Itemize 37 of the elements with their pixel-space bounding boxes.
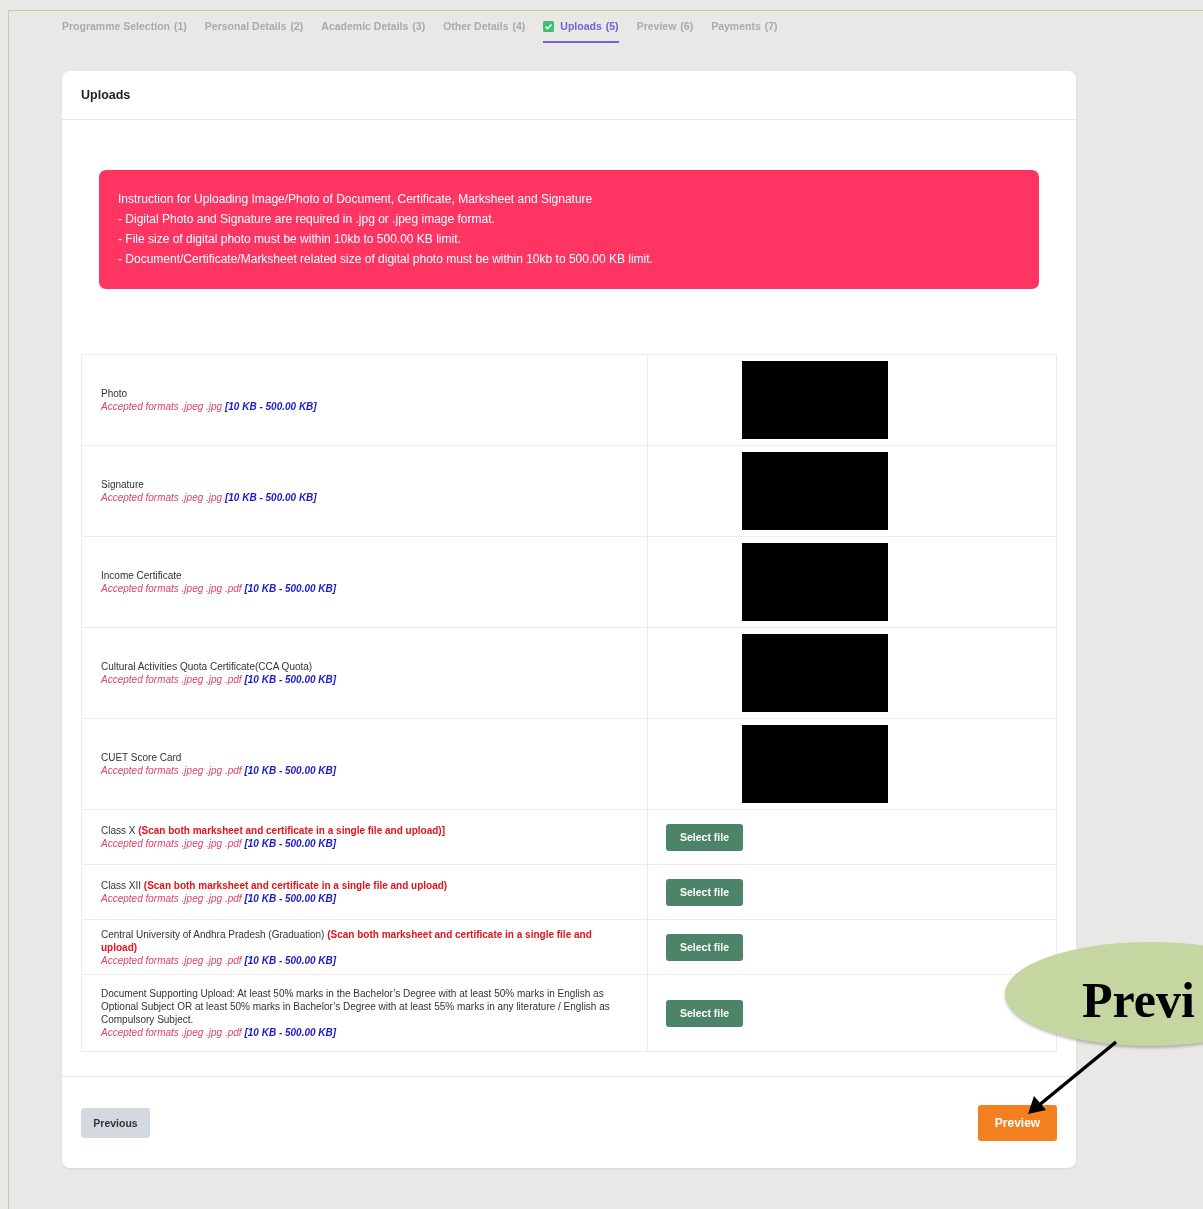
select-file-button[interactable]: Select file [666,823,743,851]
format-hint: Accepted formats .jpeg .jpg [10 KB - 500.00 KB] [101,400,318,413]
format-hint: Accepted formats .jpeg .jpg .pdf [10 KB - 500.00 KB] [101,837,338,850]
upload-label: Document Supporting Upload: At least 50% marks in the Bachelor’s Degree with at least 50% marks in English as Optional Subject OR at least 50% marks in Bachelor’s Degree with at least 55% marks in any literature / English as Compulsory Subject. [101,987,611,1026]
step-tab[interactable]: Payments (7) [711,11,778,43]
format-hint: Accepted formats .jpeg .jpg .pdf [10 KB - 500.00 KB] [101,582,338,595]
instruction-line: Instruction for Uploading Image/Photo of Document, Certificate, Marksheet and Signature [118,191,594,208]
step-tab[interactable]: Preview (6) [636,11,694,43]
callout-text: Previ [1082,972,1195,1028]
upload-label: Income Certificate [101,569,183,582]
step-tab[interactable]: Personal Details (2) [204,11,304,43]
step-tab[interactable]: Academic Details (3) [321,11,426,43]
card-title: Uploads [62,71,1076,120]
upload-label: Photo [101,387,129,400]
upload-label: Central University of Andhra Pradesh (Graduation) (Scan both marksheet and certificate in a single file and upload) [101,927,593,954]
upload-label: Signature [101,478,145,491]
step-tab[interactable]: Programme Selection (1) [62,11,187,43]
select-file-button[interactable]: Select file [666,878,743,906]
format-hint: Accepted formats .jpeg .jpg .pdf [10 KB - 500.00 KB] [101,764,338,777]
upload-label: Class X (Scan both marksheet and certificate in a single file and upload)] [101,824,446,837]
select-file-button[interactable]: Select file [666,999,743,1027]
upload-label: Class XII (Scan both marksheet and certificate in a single file and upload) [101,879,449,892]
format-hint: Accepted formats .jpeg .jpg .pdf [10 KB - 500.00 KB] [101,892,338,905]
step-tab[interactable]: Uploads (5) [543,11,619,43]
select-file-button[interactable]: Select file [666,933,743,961]
format-hint: Accepted formats .jpeg .jpg .pdf [10 KB - 500.00 KB] [101,953,338,967]
preview-button[interactable]: Preview [978,1105,1057,1141]
format-hint: Accepted formats .jpeg .jpg [10 KB - 500.00 KB] [101,491,318,504]
instruction-line: - File size of digital photo must be within 10kb to 500.00 KB limit. [118,231,462,248]
format-hint: Accepted formats .jpeg .jpg .pdf [10 KB - 500.00 KB] [101,673,338,686]
upload-label: CUET Score Card [101,751,183,764]
instruction-line: - Digital Photo and Signature are required in .jpg or .jpeg image format. [118,211,496,228]
instruction-line: - Document/Certificate/Marksheet related size of digital photo must be within 10kb to 500.00 KB limit. [118,251,654,268]
upload-label: Cultural Activities Quota Certificate(CCA Quota) [101,660,314,673]
step-tab[interactable]: Other Details (4) [443,11,526,43]
previous-button[interactable]: Previous [81,1108,150,1138]
format-hint: Accepted formats .jpeg .jpg .pdf [10 KB - 500.00 KB] [101,1026,338,1039]
